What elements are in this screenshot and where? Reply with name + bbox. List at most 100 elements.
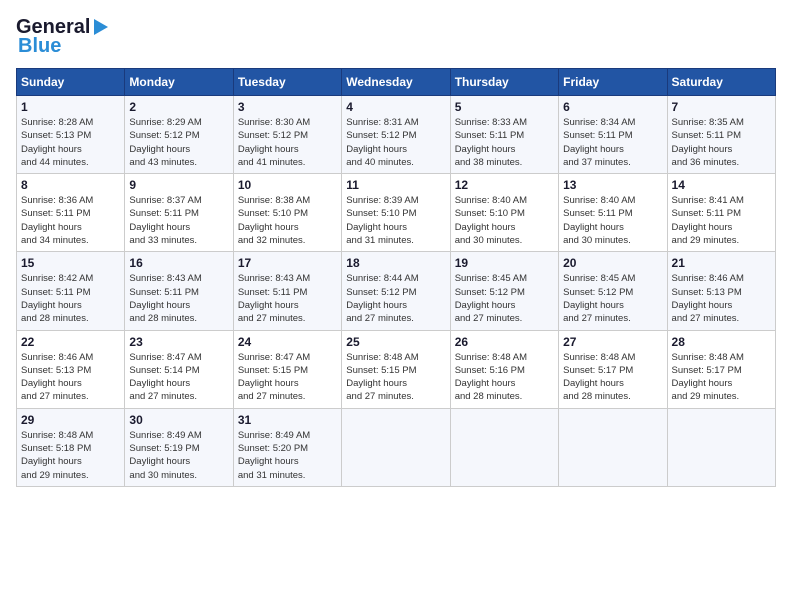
logo-triangle-icon (92, 17, 110, 37)
day-detail: Sunrise: 8:33 AM Sunset: 5:11 PM Dayligh… (455, 116, 554, 169)
calendar-cell: 18 Sunrise: 8:44 AM Sunset: 5:12 PM Dayl… (342, 252, 450, 330)
day-number: 23 (129, 335, 228, 349)
day-number: 22 (21, 335, 120, 349)
day-number: 14 (672, 178, 771, 192)
day-number: 6 (563, 100, 662, 114)
day-detail: Sunrise: 8:47 AM Sunset: 5:14 PM Dayligh… (129, 351, 228, 404)
calendar-cell: 15 Sunrise: 8:42 AM Sunset: 5:11 PM Dayl… (17, 252, 125, 330)
day-detail: Sunrise: 8:36 AM Sunset: 5:11 PM Dayligh… (21, 194, 120, 247)
day-number: 30 (129, 413, 228, 427)
calendar-header-tuesday: Tuesday (233, 69, 341, 96)
day-number: 3 (238, 100, 337, 114)
day-detail: Sunrise: 8:40 AM Sunset: 5:11 PM Dayligh… (563, 194, 662, 247)
calendar-cell (450, 408, 558, 486)
day-detail: Sunrise: 8:37 AM Sunset: 5:11 PM Dayligh… (129, 194, 228, 247)
day-detail: Sunrise: 8:31 AM Sunset: 5:12 PM Dayligh… (346, 116, 445, 169)
day-number: 15 (21, 256, 120, 270)
calendar-cell: 13 Sunrise: 8:40 AM Sunset: 5:11 PM Dayl… (559, 174, 667, 252)
day-detail: Sunrise: 8:46 AM Sunset: 5:13 PM Dayligh… (21, 351, 120, 404)
calendar-header-row: SundayMondayTuesdayWednesdayThursdayFrid… (17, 69, 776, 96)
calendar-header-monday: Monday (125, 69, 233, 96)
day-detail: Sunrise: 8:48 AM Sunset: 5:17 PM Dayligh… (672, 351, 771, 404)
day-detail: Sunrise: 8:38 AM Sunset: 5:10 PM Dayligh… (238, 194, 337, 247)
day-number: 31 (238, 413, 337, 427)
calendar-week-3: 15 Sunrise: 8:42 AM Sunset: 5:11 PM Dayl… (17, 252, 776, 330)
day-number: 25 (346, 335, 445, 349)
calendar-cell: 16 Sunrise: 8:43 AM Sunset: 5:11 PM Dayl… (125, 252, 233, 330)
day-number: 19 (455, 256, 554, 270)
day-number: 29 (21, 413, 120, 427)
calendar-cell: 6 Sunrise: 8:34 AM Sunset: 5:11 PM Dayli… (559, 96, 667, 174)
day-number: 12 (455, 178, 554, 192)
day-number: 2 (129, 100, 228, 114)
day-number: 28 (672, 335, 771, 349)
day-number: 24 (238, 335, 337, 349)
calendar-cell (342, 408, 450, 486)
calendar-cell: 26 Sunrise: 8:48 AM Sunset: 5:16 PM Dayl… (450, 330, 558, 408)
day-detail: Sunrise: 8:44 AM Sunset: 5:12 PM Dayligh… (346, 272, 445, 325)
day-detail: Sunrise: 8:43 AM Sunset: 5:11 PM Dayligh… (238, 272, 337, 325)
logo: General Blue (16, 16, 110, 58)
day-number: 13 (563, 178, 662, 192)
calendar-cell: 8 Sunrise: 8:36 AM Sunset: 5:11 PM Dayli… (17, 174, 125, 252)
calendar-cell: 23 Sunrise: 8:47 AM Sunset: 5:14 PM Dayl… (125, 330, 233, 408)
day-number: 20 (563, 256, 662, 270)
calendar-header-saturday: Saturday (667, 69, 775, 96)
day-detail: Sunrise: 8:49 AM Sunset: 5:20 PM Dayligh… (238, 429, 337, 482)
day-detail: Sunrise: 8:34 AM Sunset: 5:11 PM Dayligh… (563, 116, 662, 169)
day-number: 18 (346, 256, 445, 270)
calendar-cell: 7 Sunrise: 8:35 AM Sunset: 5:11 PM Dayli… (667, 96, 775, 174)
day-detail: Sunrise: 8:47 AM Sunset: 5:15 PM Dayligh… (238, 351, 337, 404)
calendar-table: SundayMondayTuesdayWednesdayThursdayFrid… (16, 68, 776, 487)
day-detail: Sunrise: 8:28 AM Sunset: 5:13 PM Dayligh… (21, 116, 120, 169)
calendar-cell: 17 Sunrise: 8:43 AM Sunset: 5:11 PM Dayl… (233, 252, 341, 330)
day-detail: Sunrise: 8:30 AM Sunset: 5:12 PM Dayligh… (238, 116, 337, 169)
day-number: 1 (21, 100, 120, 114)
calendar-cell: 20 Sunrise: 8:45 AM Sunset: 5:12 PM Dayl… (559, 252, 667, 330)
day-detail: Sunrise: 8:49 AM Sunset: 5:19 PM Dayligh… (129, 429, 228, 482)
calendar-cell: 1 Sunrise: 8:28 AM Sunset: 5:13 PM Dayli… (17, 96, 125, 174)
day-number: 8 (21, 178, 120, 192)
calendar-cell: 11 Sunrise: 8:39 AM Sunset: 5:10 PM Dayl… (342, 174, 450, 252)
calendar-header-sunday: Sunday (17, 69, 125, 96)
day-number: 4 (346, 100, 445, 114)
day-detail: Sunrise: 8:40 AM Sunset: 5:10 PM Dayligh… (455, 194, 554, 247)
calendar-week-2: 8 Sunrise: 8:36 AM Sunset: 5:11 PM Dayli… (17, 174, 776, 252)
day-detail: Sunrise: 8:29 AM Sunset: 5:12 PM Dayligh… (129, 116, 228, 169)
day-number: 16 (129, 256, 228, 270)
day-detail: Sunrise: 8:45 AM Sunset: 5:12 PM Dayligh… (563, 272, 662, 325)
day-number: 5 (455, 100, 554, 114)
calendar-cell: 19 Sunrise: 8:45 AM Sunset: 5:12 PM Dayl… (450, 252, 558, 330)
calendar-week-1: 1 Sunrise: 8:28 AM Sunset: 5:13 PM Dayli… (17, 96, 776, 174)
calendar-cell: 10 Sunrise: 8:38 AM Sunset: 5:10 PM Dayl… (233, 174, 341, 252)
day-detail: Sunrise: 8:48 AM Sunset: 5:17 PM Dayligh… (563, 351, 662, 404)
day-detail: Sunrise: 8:39 AM Sunset: 5:10 PM Dayligh… (346, 194, 445, 247)
day-number: 17 (238, 256, 337, 270)
calendar-cell: 31 Sunrise: 8:49 AM Sunset: 5:20 PM Dayl… (233, 408, 341, 486)
day-detail: Sunrise: 8:48 AM Sunset: 5:16 PM Dayligh… (455, 351, 554, 404)
header: General Blue (16, 16, 776, 58)
calendar-cell: 30 Sunrise: 8:49 AM Sunset: 5:19 PM Dayl… (125, 408, 233, 486)
calendar-cell: 3 Sunrise: 8:30 AM Sunset: 5:12 PM Dayli… (233, 96, 341, 174)
calendar-cell: 12 Sunrise: 8:40 AM Sunset: 5:10 PM Dayl… (450, 174, 558, 252)
day-number: 21 (672, 256, 771, 270)
day-detail: Sunrise: 8:42 AM Sunset: 5:11 PM Dayligh… (21, 272, 120, 325)
calendar-cell: 22 Sunrise: 8:46 AM Sunset: 5:13 PM Dayl… (17, 330, 125, 408)
day-number: 27 (563, 335, 662, 349)
day-detail: Sunrise: 8:45 AM Sunset: 5:12 PM Dayligh… (455, 272, 554, 325)
day-detail: Sunrise: 8:48 AM Sunset: 5:15 PM Dayligh… (346, 351, 445, 404)
logo-blue-label: Blue (16, 35, 61, 58)
calendar-header-wednesday: Wednesday (342, 69, 450, 96)
calendar-cell: 14 Sunrise: 8:41 AM Sunset: 5:11 PM Dayl… (667, 174, 775, 252)
day-detail: Sunrise: 8:35 AM Sunset: 5:11 PM Dayligh… (672, 116, 771, 169)
day-detail: Sunrise: 8:43 AM Sunset: 5:11 PM Dayligh… (129, 272, 228, 325)
calendar-header-friday: Friday (559, 69, 667, 96)
calendar-cell: 21 Sunrise: 8:46 AM Sunset: 5:13 PM Dayl… (667, 252, 775, 330)
calendar-cell: 4 Sunrise: 8:31 AM Sunset: 5:12 PM Dayli… (342, 96, 450, 174)
calendar-cell: 27 Sunrise: 8:48 AM Sunset: 5:17 PM Dayl… (559, 330, 667, 408)
calendar-week-4: 22 Sunrise: 8:46 AM Sunset: 5:13 PM Dayl… (17, 330, 776, 408)
day-detail: Sunrise: 8:46 AM Sunset: 5:13 PM Dayligh… (672, 272, 771, 325)
day-detail: Sunrise: 8:48 AM Sunset: 5:18 PM Dayligh… (21, 429, 120, 482)
calendar-cell: 24 Sunrise: 8:47 AM Sunset: 5:15 PM Dayl… (233, 330, 341, 408)
calendar-cell: 5 Sunrise: 8:33 AM Sunset: 5:11 PM Dayli… (450, 96, 558, 174)
